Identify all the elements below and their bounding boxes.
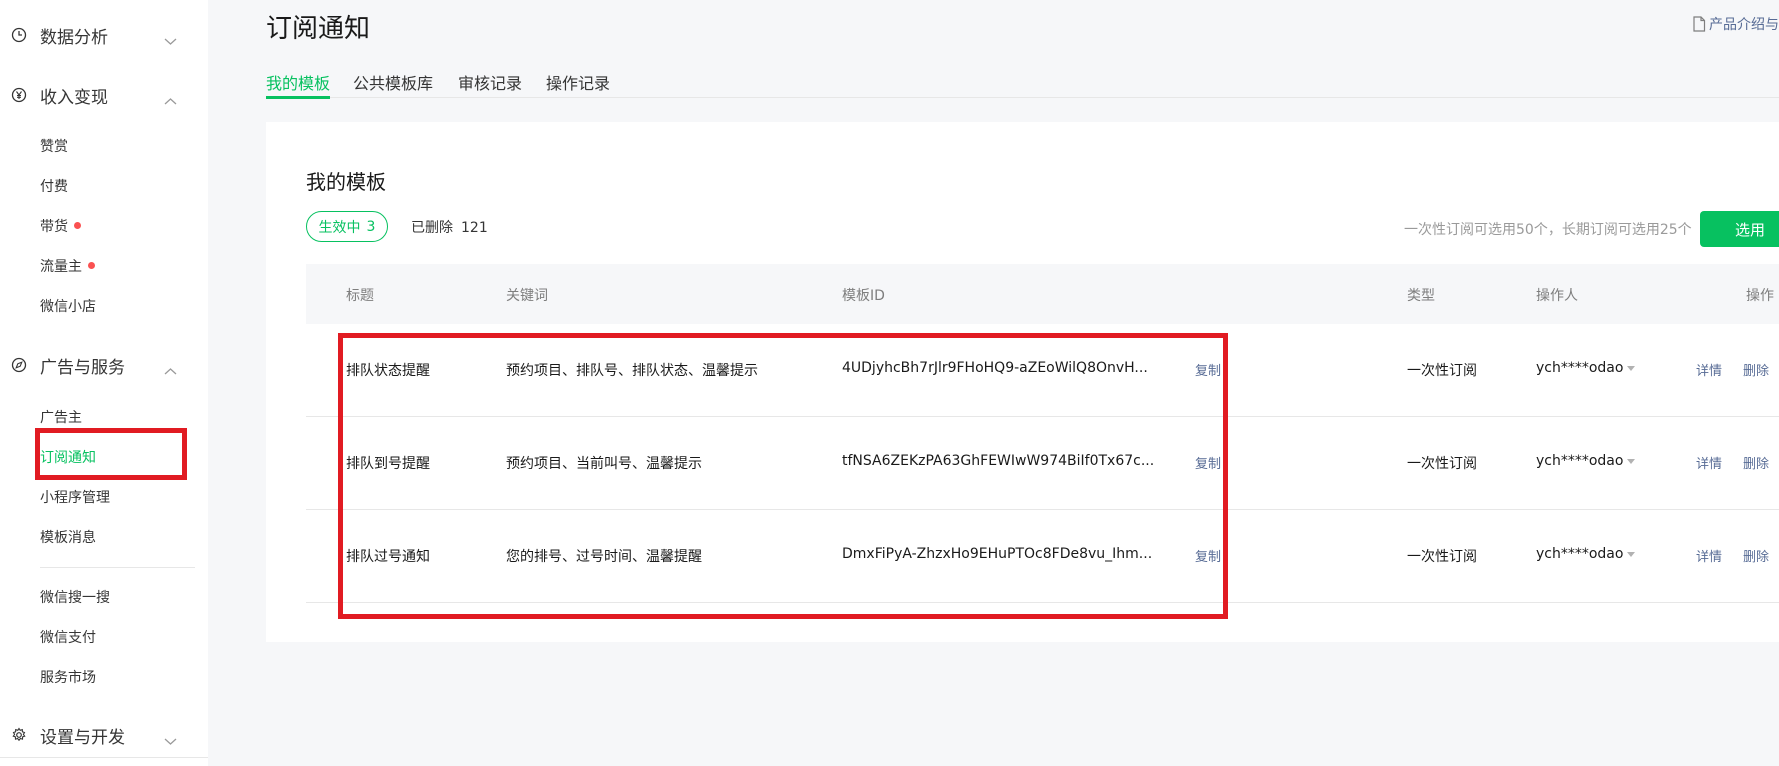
select-template-button[interactable]: 选用 — [1700, 211, 1779, 247]
sidebar-item-miniprogram[interactable]: 小程序管理 — [40, 488, 110, 508]
sidebar-item-label: 流量主 — [40, 259, 82, 275]
column-header-actions: 操作 — [1746, 288, 1774, 304]
caret-down-icon — [1627, 365, 1636, 371]
notification-dot — [88, 262, 95, 269]
sidebar-group-ads-services[interactable]: 广告与服务 — [0, 345, 190, 385]
row-type: 一次性订阅 — [1407, 456, 1477, 472]
chevron-up-icon — [164, 361, 177, 374]
row-type: 一次性订阅 — [1407, 549, 1477, 565]
filter-deleted-button[interactable]: 已删除 121 — [411, 217, 488, 237]
filter-deleted-count: 121 — [461, 220, 488, 236]
filter-active-label: 生效中 — [318, 219, 361, 236]
sidebar-item-label: 服务市场 — [40, 670, 96, 686]
sidebar-item-goods[interactable]: 带货 — [40, 217, 81, 237]
delete-link[interactable]: 删除 — [1743, 546, 1769, 565]
row-operator[interactable]: ych****odao — [1536, 453, 1636, 469]
sidebar-item-advertiser[interactable]: 广告主 — [40, 408, 82, 428]
sidebar-item-wechat-pay[interactable]: 微信支付 — [40, 628, 96, 648]
sidebar-item-service-market[interactable]: 服务市场 — [40, 668, 96, 688]
row-operator[interactable]: ych****odao — [1536, 546, 1636, 562]
delete-link[interactable]: 删除 — [1743, 360, 1769, 379]
active-tab-indicator — [266, 96, 330, 99]
operator-name: ych****odao — [1536, 360, 1624, 376]
sidebar-group-label: 收入变现 — [40, 87, 108, 108]
caret-down-icon — [1627, 458, 1636, 464]
product-intro-label: 产品介绍与 — [1709, 17, 1779, 33]
sidebar-group-revenue[interactable]: 收入变现 — [0, 75, 190, 115]
tab-my-templates[interactable]: 我的模板 — [266, 70, 330, 94]
page-title: 订阅通知 — [266, 14, 371, 44]
sidebar-item-appreciation[interactable]: 赞赏 — [40, 137, 68, 157]
detail-link[interactable]: 详情 — [1696, 360, 1722, 379]
sidebar-group-label: 广告与服务 — [40, 357, 125, 378]
sidebar-item-label: 付费 — [40, 179, 68, 195]
chevron-down-icon — [164, 731, 177, 745]
yen-icon — [11, 87, 27, 103]
sidebar-item-label: 微信支付 — [40, 630, 96, 646]
sidebar-group-label: 数据分析 — [40, 27, 108, 48]
document-icon — [1693, 16, 1706, 32]
tab-operation-records[interactable]: 操作记录 — [546, 70, 610, 94]
detail-link[interactable]: 详情 — [1696, 453, 1722, 472]
sidebar-item-wechat-shop[interactable]: 微信小店 — [40, 297, 96, 317]
filter-active-count: 3 — [366, 218, 376, 235]
filter-active-button[interactable]: 生效中 3 — [306, 211, 388, 242]
quota-hint: 一次性订阅可选用50个，长期订阅可选用25个 — [1404, 222, 1692, 238]
sidebar-item-label: 广告主 — [40, 410, 82, 426]
sidebar-item-label: 微信搜一搜 — [40, 590, 110, 606]
detail-link[interactable]: 详情 — [1696, 546, 1722, 565]
tab-bar: 我的模板 公共模板库 审核记录 操作记录 — [266, 58, 1779, 99]
clock-icon — [11, 27, 27, 43]
compass-icon — [11, 357, 27, 373]
annotation-box-sidebar — [35, 428, 187, 480]
sidebar-item-label: 赞赏 — [40, 139, 68, 155]
sidebar-group-data-analysis[interactable]: 数据分析 — [0, 15, 190, 55]
chevron-down-icon — [164, 31, 177, 45]
column-header-operator: 操作人 — [1536, 288, 1578, 304]
sidebar-item-paid[interactable]: 付费 — [40, 177, 68, 197]
notification-dot — [74, 222, 81, 229]
sidebar-divider — [40, 567, 195, 568]
sidebar-item-traffic-owner[interactable]: 流量主 — [40, 257, 95, 277]
column-header-keywords: 关键词 — [506, 288, 548, 304]
sidebar-item-wechat-search[interactable]: 微信搜一搜 — [40, 588, 110, 608]
annotation-box-templates — [338, 333, 1228, 619]
operator-name: ych****odao — [1536, 453, 1624, 469]
gear-icon — [11, 727, 27, 743]
sidebar-divider — [0, 757, 208, 758]
sidebar-item-template-message[interactable]: 模板消息 — [40, 528, 96, 548]
filter-deleted-label: 已删除 — [411, 220, 453, 236]
sidebar: 数据分析 收入变现 赞赏 付费 带货 流量主 微信小店 广告与服务 广告主 订阅… — [0, 0, 208, 766]
sidebar-item-label: 带货 — [40, 219, 68, 235]
row-type: 一次性订阅 — [1407, 363, 1477, 379]
column-header-title: 标题 — [346, 288, 374, 304]
chevron-up-icon — [164, 91, 177, 104]
sidebar-group-label: 设置与开发 — [40, 727, 125, 748]
card-title: 我的模板 — [306, 170, 386, 194]
sidebar-item-label: 模板消息 — [40, 530, 96, 546]
row-operator[interactable]: ych****odao — [1536, 360, 1636, 376]
product-intro-link[interactable]: 产品介绍与 — [1692, 14, 1779, 34]
sidebar-group-settings-dev[interactable]: 设置与开发 — [0, 715, 190, 755]
column-header-template-id: 模板ID — [842, 288, 885, 304]
operator-name: ych****odao — [1536, 546, 1624, 562]
table-header: 标题 关键词 模板ID 类型 操作人 操作 — [306, 264, 1779, 324]
sidebar-item-label: 微信小店 — [40, 299, 96, 315]
tab-public-library[interactable]: 公共模板库 — [353, 70, 433, 94]
delete-link[interactable]: 删除 — [1743, 453, 1769, 472]
caret-down-icon — [1627, 551, 1636, 557]
sidebar-item-label: 小程序管理 — [40, 490, 110, 506]
column-header-type: 类型 — [1407, 288, 1435, 304]
tab-review-records[interactable]: 审核记录 — [458, 70, 522, 94]
